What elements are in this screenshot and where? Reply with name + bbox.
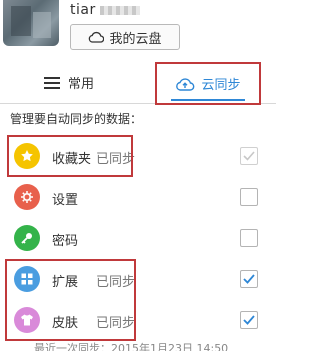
username: tiar — [70, 2, 96, 18]
my-cloud-drive-label: 我的云盘 — [109, 31, 162, 47]
highlight-extensions-skins — [5, 259, 136, 341]
checkmark-icon — [243, 315, 255, 325]
active-tab-indicator — [171, 99, 245, 101]
section-title: 管理要自动同步的数据： — [10, 112, 143, 126]
tab-common[interactable]: 常用 — [0, 62, 138, 103]
sync-item-passwords[interactable]: 密码 — [0, 218, 276, 258]
account-header: tiar 我的云盘 — [0, 0, 276, 62]
username-mask — [99, 5, 140, 15]
sync-checkbox-extensions[interactable] — [240, 270, 258, 288]
last-sync-text: 最近一次同步：2015年1月23日 14:50 — [34, 342, 229, 351]
checkmark-icon — [243, 274, 255, 284]
tab-bar: 常用 云同步 — [0, 62, 276, 105]
tab-cloud-sync-label: 云同步 — [201, 78, 241, 93]
cloud-upload-icon — [176, 77, 195, 91]
gear-icon — [14, 184, 40, 210]
sync-checkbox-settings[interactable] — [240, 188, 258, 206]
item-label: 设置 — [52, 193, 79, 208]
item-label: 密码 — [52, 234, 79, 249]
sync-checkbox-skins[interactable] — [240, 311, 258, 329]
my-cloud-drive-button[interactable]: 我的云盘 — [70, 24, 180, 50]
tab-common-label: 常用 — [67, 77, 94, 92]
username-row: tiar — [70, 2, 140, 18]
tab-cloud-sync[interactable]: 云同步 — [155, 62, 261, 105]
sync-checkbox-passwords[interactable] — [240, 229, 258, 247]
sync-item-settings[interactable]: 设置 — [0, 177, 276, 217]
checkmark-icon — [243, 151, 255, 161]
highlight-favorites — [7, 135, 133, 177]
key-icon — [14, 225, 40, 251]
cloud-icon — [89, 31, 105, 43]
sync-checkbox-favorites[interactable] — [240, 147, 258, 165]
menu-icon — [43, 76, 60, 89]
avatar[interactable] — [3, 0, 59, 46]
